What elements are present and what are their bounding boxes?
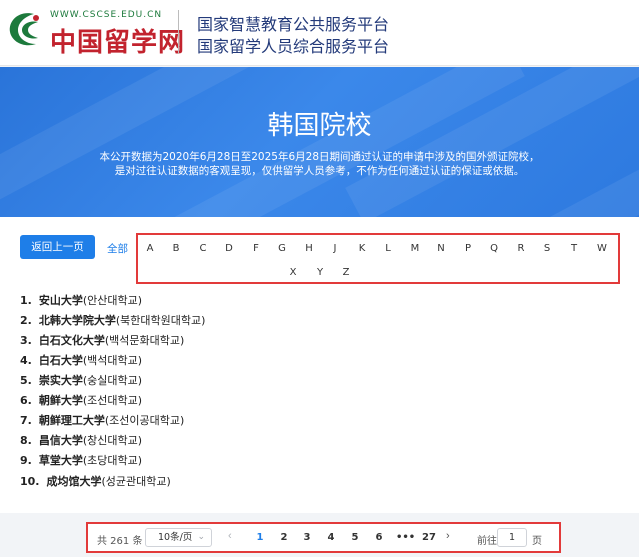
letter-filter: A B C D F G H J K L M N P Q R S T W X Y …	[136, 233, 620, 284]
page-title: 韩国院校	[267, 111, 372, 141]
letter-filter-item[interactable]: H	[300, 243, 318, 254]
pagination: 共 261 条 10条/页 ⌄ ‹ 1 2 3 4 5 6 ••• 27 › 前…	[86, 522, 561, 553]
letter-filter-item[interactable]: A	[141, 243, 159, 254]
letter-filter-item[interactable]: M	[406, 243, 424, 254]
filter-all-link[interactable]: 全部	[107, 241, 128, 256]
letter-filter-item[interactable]: K	[353, 243, 371, 254]
letter-filter-item[interactable]: S	[538, 243, 556, 254]
goto-label: 前往	[477, 536, 497, 547]
page-size-value: 10条/页	[158, 532, 193, 543]
list-item[interactable]: 4. 白石大学(백석대학교)	[20, 352, 142, 368]
brand-url: WWW.CSCSE.EDU.CN	[50, 10, 163, 20]
letter-filter-item[interactable]: C	[194, 243, 212, 254]
letter-filter-item[interactable]: W	[593, 243, 611, 254]
page-number[interactable]: 6	[372, 532, 386, 543]
platform-name-1[interactable]: 国家智慧教育公共服务平台	[197, 11, 389, 35]
site-header: WWW.CSCSE.EDU.CN 中国留学网 国家智慧教育公共服务平台 国家留学…	[0, 0, 639, 66]
list-item[interactable]: 10. 成均馆大学(성균관대학교)	[20, 473, 171, 489]
goto-page-input[interactable]: 1	[497, 528, 527, 547]
letter-filter-item[interactable]: Q	[485, 243, 503, 254]
hero-banner: 韩国院校 本公开数据为2020年6月28日至2025年6月28日期间通过认证的申…	[0, 67, 639, 217]
letter-filter-item[interactable]: J	[326, 243, 344, 254]
letter-filter-item[interactable]: F	[247, 243, 265, 254]
banner-description: 本公开数据为2020年6月28日至2025年6月28日期间通过认证的申请中涉及的…	[99, 151, 540, 163]
brand-name[interactable]: 中国留学网	[50, 22, 185, 59]
chevron-right-icon[interactable]: ›	[446, 530, 450, 542]
letter-filter-item[interactable]: X	[284, 267, 302, 278]
page-number[interactable]: 3	[300, 532, 314, 543]
letter-filter-item[interactable]: R	[512, 243, 530, 254]
letter-filter-item[interactable]: Y	[311, 267, 329, 278]
list-item[interactable]: 8. 昌信大学(창신대학교)	[20, 432, 142, 448]
letter-filter-item[interactable]: N	[432, 243, 450, 254]
page-size-select[interactable]: 10条/页 ⌄	[145, 528, 212, 547]
more-pages-ellipsis[interactable]: •••	[396, 532, 415, 543]
total-count: 共 261 条	[97, 536, 143, 547]
banner-description: 是对过往认证数据的客观呈现，仅供留学人员参考，不作为任何通过认证的保证或依据。	[114, 165, 525, 177]
letter-filter-item[interactable]: G	[273, 243, 291, 254]
letter-filter-item[interactable]: D	[220, 243, 238, 254]
letter-filter-item[interactable]: Z	[337, 267, 355, 278]
list-item[interactable]: 7. 朝鲜理工大学(조선이공대학교)	[20, 412, 184, 428]
page-number[interactable]: 1	[253, 532, 267, 543]
list-item[interactable]: 5. 崇实大学(숭실대학교)	[20, 372, 142, 388]
header-divider	[178, 10, 179, 54]
letter-filter-item[interactable]: L	[379, 243, 397, 254]
page-number[interactable]: 27	[420, 532, 438, 543]
letter-filter-item[interactable]: T	[565, 243, 583, 254]
page-number[interactable]: 5	[348, 532, 362, 543]
letter-filter-item[interactable]: B	[167, 243, 185, 254]
list-item[interactable]: 3. 白石文化大学(백석문화대학교)	[20, 332, 184, 348]
platform-name-2[interactable]: 国家留学人员综合服务平台	[197, 33, 389, 57]
back-button[interactable]: 返回上一页	[20, 235, 95, 259]
list-item[interactable]: 2. 北韩大学院大学(북한대학원대학교)	[20, 312, 205, 328]
page-number[interactable]: 2	[277, 532, 291, 543]
logo-icon[interactable]	[4, 8, 48, 52]
chevron-down-icon: ⌄	[197, 532, 205, 542]
page-number[interactable]: 4	[324, 532, 338, 543]
chevron-left-icon[interactable]: ‹	[228, 530, 232, 542]
letter-filter-item[interactable]: P	[459, 243, 477, 254]
list-item[interactable]: 1. 安山大学(안산대학교)	[20, 292, 142, 308]
page-suffix: 页	[532, 536, 542, 547]
main-content: 返回上一页 全部 A B C D F G H J K L M N P Q R S…	[0, 217, 639, 513]
list-item[interactable]: 6. 朝鲜大学(조선대학교)	[20, 392, 142, 408]
list-item[interactable]: 9. 草堂大学(초당대학교)	[20, 452, 142, 468]
